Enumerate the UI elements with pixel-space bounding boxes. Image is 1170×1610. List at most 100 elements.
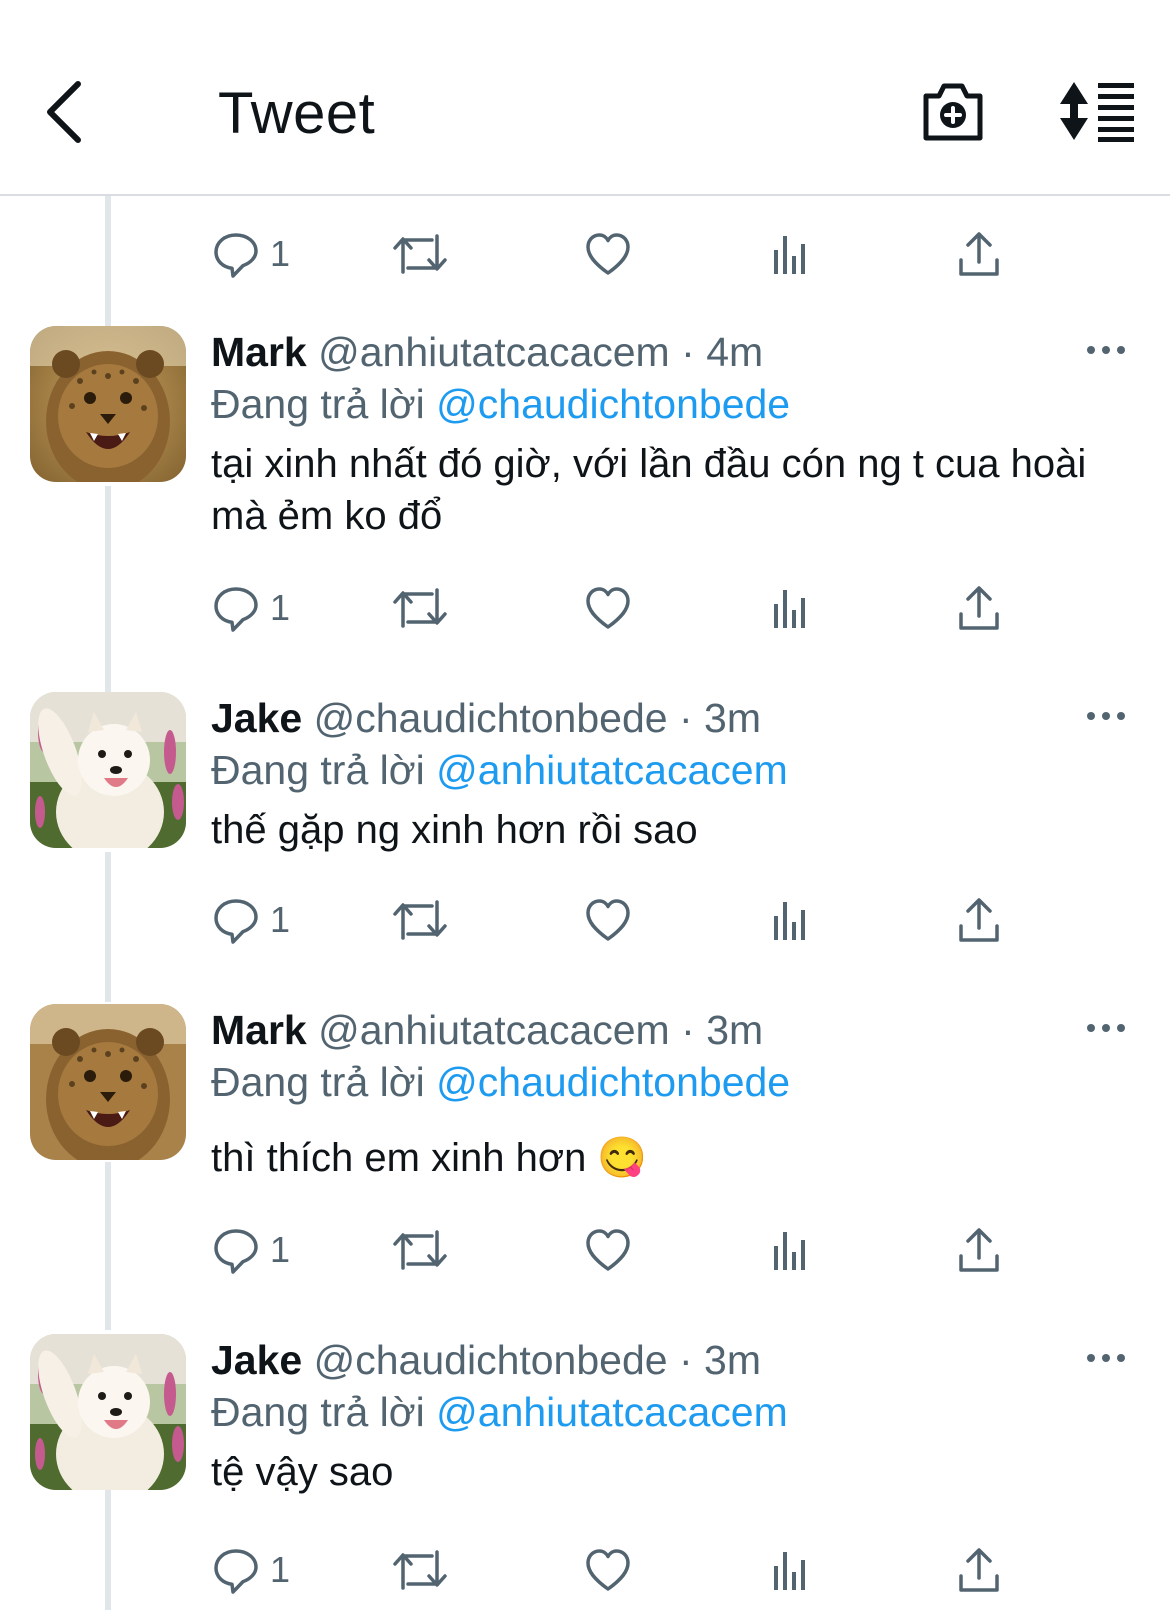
like-button[interactable] xyxy=(584,226,632,282)
tweet-actions: 1 xyxy=(212,1222,1042,1278)
reply-count: 1 xyxy=(270,587,291,628)
separator-dot: · xyxy=(681,329,695,375)
timestamp[interactable]: 4m xyxy=(706,329,763,375)
timestamp[interactable]: 3m xyxy=(704,1337,761,1383)
tweet-header: Jake @chaudichtonbede · 3m xyxy=(211,692,1091,744)
like-button[interactable] xyxy=(584,580,632,636)
username[interactable]: @anhiutatcacacem xyxy=(318,1007,670,1053)
reply-icon xyxy=(214,1549,258,1594)
tweet-text: thế gặp ng xinh hơn rồi sao xyxy=(211,808,698,852)
heart-icon xyxy=(586,233,630,275)
views-button[interactable] xyxy=(772,580,812,636)
more-options-button[interactable] xyxy=(1086,706,1126,726)
retweet-icon xyxy=(393,234,447,274)
retweet-button[interactable] xyxy=(392,1542,448,1598)
share-button[interactable] xyxy=(957,226,1001,282)
tweet-actions: 1 xyxy=(212,892,1042,948)
camera-plus-icon xyxy=(923,83,983,141)
reply-button[interactable]: 1 xyxy=(212,1542,290,1598)
camera-button[interactable] xyxy=(920,78,986,144)
share-icon xyxy=(959,898,999,942)
reply-count: 1 xyxy=(270,899,291,940)
more-horizontal-icon xyxy=(1087,1354,1125,1362)
mention-link[interactable]: @chaudichtonbede xyxy=(436,381,790,427)
tweet-text: tại xinh nhất đó giờ, với lần đầu cón ng… xyxy=(211,442,1087,538)
mention-link[interactable]: @anhiutatcacacem xyxy=(436,1389,788,1435)
share-icon xyxy=(959,232,999,276)
top-bar: Tweet xyxy=(0,0,1170,196)
reply-icon xyxy=(214,899,258,944)
more-options-button[interactable] xyxy=(1086,340,1126,360)
more-horizontal-icon xyxy=(1087,346,1125,354)
replying-to: Đang trả lời @chaudichtonbede xyxy=(211,1056,1091,1108)
reply-button[interactable]: 1 xyxy=(212,1222,290,1278)
reply-button[interactable]: 1 xyxy=(212,892,290,948)
separator-dot: · xyxy=(678,1337,693,1383)
retweet-icon xyxy=(393,1550,447,1590)
retweet-button[interactable] xyxy=(392,1222,448,1278)
timestamp[interactable]: 3m xyxy=(704,695,761,741)
retweet-button[interactable] xyxy=(392,580,448,636)
timestamp[interactable]: 3m xyxy=(706,1007,763,1053)
cheetah-cub-avatar xyxy=(30,1004,186,1160)
sort-button[interactable] xyxy=(1058,80,1136,142)
back-button[interactable] xyxy=(40,78,90,148)
avatar[interactable] xyxy=(30,1334,186,1490)
analytics-icon xyxy=(774,1552,805,1590)
page-title: Tweet xyxy=(218,81,376,146)
avatar[interactable] xyxy=(30,1004,186,1160)
display-name[interactable]: Jake xyxy=(211,1337,302,1383)
mention-link[interactable]: @chaudichtonbede xyxy=(436,1059,790,1105)
thread-line xyxy=(105,1490,111,1610)
separator-dot: · xyxy=(678,695,693,741)
reply-icon xyxy=(214,587,258,632)
thread-line xyxy=(105,196,111,326)
share-button[interactable] xyxy=(957,580,1001,636)
username[interactable]: @anhiutatcacacem xyxy=(318,329,670,375)
share-button[interactable] xyxy=(957,1542,1001,1598)
username[interactable]: @chaudichtonbede xyxy=(314,695,668,741)
views-button[interactable] xyxy=(772,1542,812,1598)
display-name[interactable]: Mark xyxy=(211,1007,307,1053)
replying-to-label: Đang trả lời xyxy=(211,381,425,427)
replying-to: Đang trả lời @anhiutatcacacem xyxy=(211,1386,1091,1438)
share-icon xyxy=(959,1548,999,1592)
reply-count: 1 xyxy=(270,1229,291,1270)
display-name[interactable]: Mark xyxy=(211,329,307,375)
reply-count: 1 xyxy=(270,233,291,274)
mention-link[interactable]: @anhiutatcacacem xyxy=(436,747,788,793)
views-button[interactable] xyxy=(772,1222,812,1278)
reply-button[interactable]: 1 xyxy=(212,226,290,282)
views-button[interactable] xyxy=(772,226,812,282)
tweet-content: Jake @chaudichtonbede · 3m Đang trả lời … xyxy=(211,1334,1091,1498)
reply-button[interactable]: 1 xyxy=(212,580,290,636)
retweet-icon xyxy=(393,900,447,940)
views-button[interactable] xyxy=(772,892,812,948)
retweet-button[interactable] xyxy=(392,892,448,948)
cheetah-cub-avatar xyxy=(30,326,186,482)
share-button[interactable] xyxy=(957,892,1001,948)
more-horizontal-icon xyxy=(1087,712,1125,720)
share-button[interactable] xyxy=(957,1222,1001,1278)
more-options-button[interactable] xyxy=(1086,1348,1126,1368)
analytics-icon xyxy=(774,590,805,628)
samoyed-dog-avatar xyxy=(30,692,186,848)
samoyed-dog-avatar xyxy=(30,1334,186,1490)
retweet-button[interactable] xyxy=(392,226,448,282)
reply-icon xyxy=(214,1229,258,1274)
tweet-actions: 1 xyxy=(212,580,1042,636)
tweet-header: Mark @anhiutatcacacem · 4m xyxy=(211,326,1091,378)
retweet-icon xyxy=(393,1230,447,1270)
avatar[interactable] xyxy=(30,326,186,482)
avatar[interactable] xyxy=(30,692,186,848)
like-button[interactable] xyxy=(584,1222,632,1278)
replying-to-label: Đang trả lời xyxy=(211,747,425,793)
display-name[interactable]: Jake xyxy=(211,695,302,741)
like-button[interactable] xyxy=(584,1542,632,1598)
more-options-button[interactable] xyxy=(1086,1018,1126,1038)
like-button[interactable] xyxy=(584,892,632,948)
tweet-header: Mark @anhiutatcacacem · 3m xyxy=(211,1004,1091,1056)
analytics-icon xyxy=(774,902,805,940)
username[interactable]: @chaudichtonbede xyxy=(314,1337,668,1383)
thread-line xyxy=(105,852,111,1002)
